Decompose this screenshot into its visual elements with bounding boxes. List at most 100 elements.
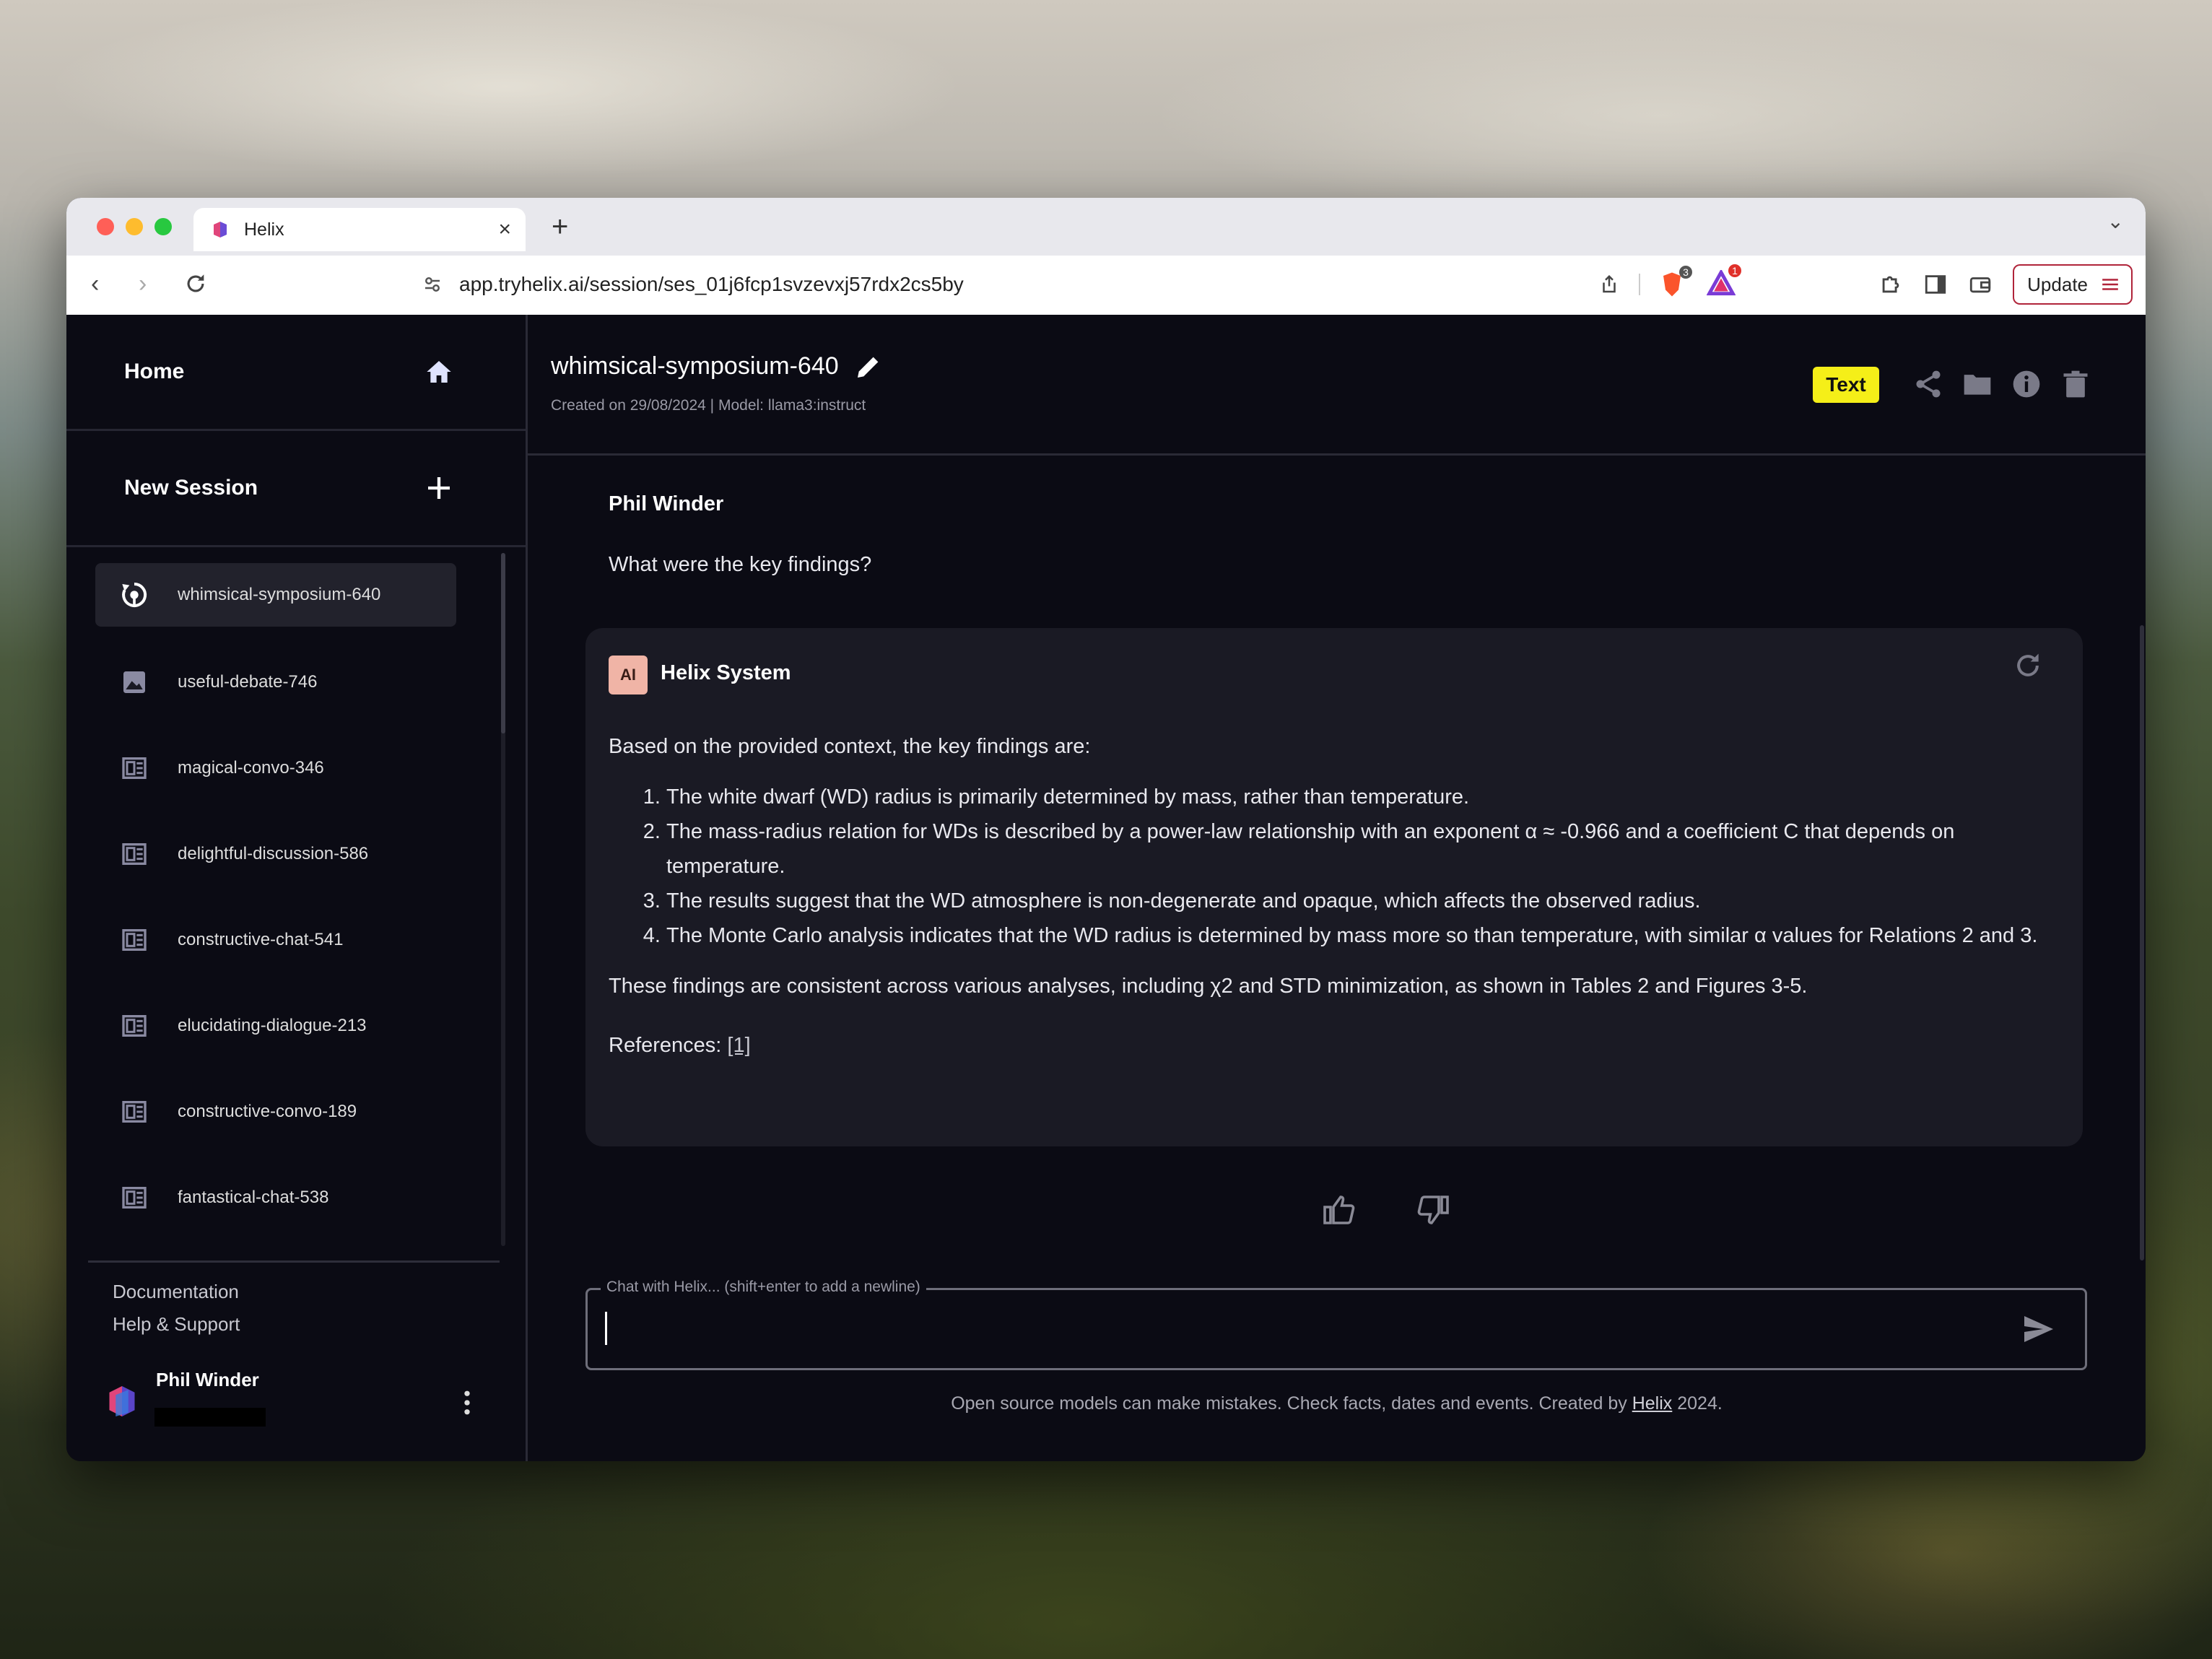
user-name: Phil Winder bbox=[156, 1369, 259, 1390]
session-item[interactable]: magical-convo-346 bbox=[95, 736, 456, 800]
edit-pencil-icon[interactable] bbox=[854, 352, 883, 381]
list-item: The mass-radius relation for WDs is desc… bbox=[666, 814, 2060, 884]
sidebar-divider bbox=[88, 1260, 500, 1263]
text-caret bbox=[605, 1312, 607, 1345]
footer-prefix: Open source models can make mistakes. Ch… bbox=[951, 1393, 1632, 1414]
new-session-label: New Session bbox=[124, 476, 258, 500]
text-session-icon bbox=[122, 582, 147, 607]
tab-bar: Helix × + ⌄ bbox=[66, 198, 2146, 256]
tab-list-chevron-icon[interactable]: ⌄ bbox=[2107, 209, 2124, 233]
send-icon[interactable] bbox=[2021, 1312, 2056, 1346]
document-icon bbox=[122, 1101, 147, 1123]
document-icon bbox=[122, 1187, 147, 1209]
list-item: The white dwarf (WD) radius is primarily… bbox=[666, 780, 2060, 814]
close-window-button[interactable] bbox=[97, 218, 114, 235]
forward-icon[interactable]: › bbox=[139, 270, 147, 298]
delete-icon[interactable] bbox=[2060, 368, 2091, 400]
session-item[interactable]: elucidating-dialogue-213 bbox=[95, 994, 456, 1058]
chat-input[interactable]: Chat with Helix... (shift+enter to add a… bbox=[585, 1279, 2087, 1370]
session-label: elucidating-dialogue-213 bbox=[178, 1016, 367, 1035]
sidebar-new-session[interactable]: New Session bbox=[66, 431, 526, 547]
user-menu-icon[interactable] bbox=[463, 1390, 471, 1415]
home-label: Home bbox=[124, 360, 185, 383]
document-icon bbox=[122, 1015, 147, 1037]
brave-shields-button[interactable]: 3 bbox=[1659, 266, 1692, 299]
ai-response-card: AI Helix System Based on the provided co… bbox=[585, 628, 2083, 1146]
user-message-text: What were the key findings? bbox=[609, 553, 872, 576]
session-item[interactable]: fantastical-chat-538 bbox=[95, 1166, 456, 1229]
urlbar-separator bbox=[1639, 274, 1640, 295]
hamburger-menu-icon bbox=[2102, 279, 2118, 290]
session-title: whimsical-symposium-640 bbox=[551, 352, 839, 380]
ai-avatar: AI bbox=[609, 656, 648, 694]
help-support-link[interactable]: Help & Support bbox=[113, 1313, 240, 1336]
helix-favicon-icon bbox=[214, 222, 227, 238]
helix-footer-link[interactable]: Helix bbox=[1632, 1393, 1673, 1414]
sidebar: Home New Session whimsical-symposium-640… bbox=[66, 315, 528, 1461]
session-label: delightful-discussion-586 bbox=[178, 844, 369, 863]
back-icon[interactable]: ‹ bbox=[91, 270, 99, 298]
tab-helix[interactable]: Helix × bbox=[193, 208, 526, 251]
image-icon bbox=[123, 671, 145, 693]
update-button[interactable]: Update bbox=[2013, 264, 2133, 305]
maximize-window-button[interactable] bbox=[154, 218, 172, 235]
main-scrollbar[interactable] bbox=[2140, 625, 2144, 1260]
session-item[interactable]: whimsical-symposium-640 bbox=[95, 563, 456, 627]
list-item: The results suggest that the WD atmosphe… bbox=[666, 884, 2060, 918]
regenerate-icon[interactable] bbox=[2012, 650, 2044, 682]
main-panel: whimsical-symposium-640 Created on 29/08… bbox=[528, 315, 2146, 1461]
chat-input-label: Chat with Helix... (shift+enter to add a… bbox=[601, 1279, 926, 1296]
list-item: The Monte Carlo analysis indicates that … bbox=[666, 918, 2060, 953]
reload-icon[interactable] bbox=[183, 271, 208, 296]
footer-suffix: 2024. bbox=[1672, 1393, 1723, 1414]
documentation-link[interactable]: Documentation bbox=[113, 1281, 239, 1303]
sidebar-toggle-icon[interactable] bbox=[1923, 272, 1948, 297]
minimize-window-button[interactable] bbox=[126, 218, 143, 235]
ai-intro: Based on the provided context, the key f… bbox=[609, 735, 1091, 758]
share-icon[interactable] bbox=[1912, 368, 1944, 400]
mode-badge[interactable]: Text bbox=[1813, 367, 1879, 403]
document-icon bbox=[122, 757, 147, 779]
tab-title: Helix bbox=[244, 219, 284, 240]
session-item[interactable]: useful-debate-746 bbox=[95, 650, 456, 714]
user-email-redacted bbox=[154, 1408, 266, 1427]
wallet-icon[interactable] bbox=[1968, 272, 1993, 297]
folder-icon[interactable] bbox=[1961, 368, 1993, 400]
info-icon[interactable] bbox=[2011, 368, 2042, 400]
user-message-author: Phil Winder bbox=[609, 492, 724, 515]
ai-author: Helix System bbox=[661, 661, 791, 684]
update-label: Update bbox=[2027, 273, 2088, 295]
session-item[interactable]: constructive-convo-189 bbox=[95, 1080, 456, 1144]
site-settings-icon[interactable] bbox=[422, 274, 443, 295]
document-icon bbox=[122, 929, 147, 951]
session-label: constructive-convo-189 bbox=[178, 1102, 357, 1121]
address-bar[interactable]: app.tryhelix.ai/session/ses_01j6fcp1svze… bbox=[412, 263, 1747, 306]
sidebar-home[interactable]: Home bbox=[66, 315, 526, 431]
session-label: magical-convo-346 bbox=[178, 758, 324, 778]
session-item[interactable]: constructive-chat-541 bbox=[95, 908, 456, 972]
session-label: whimsical-symposium-640 bbox=[178, 585, 381, 604]
plus-icon bbox=[428, 477, 450, 499]
references-label: References: bbox=[609, 1034, 728, 1057]
ai-references: References: [1] bbox=[609, 1028, 2060, 1063]
brave-shields-badge: 3 bbox=[1679, 266, 1692, 279]
document-icon bbox=[122, 843, 147, 865]
browser-toolbar: ‹ › app.tryhelix.ai/session/ses_01j6fcp1… bbox=[66, 256, 2146, 315]
home-icon bbox=[427, 361, 451, 383]
session-label: constructive-chat-541 bbox=[178, 930, 344, 949]
new-tab-button[interactable]: + bbox=[552, 211, 568, 243]
share-page-icon[interactable] bbox=[1598, 274, 1620, 295]
brave-rewards-button[interactable]: 1 bbox=[1706, 264, 1741, 299]
browser-window: Helix × + ⌄ ‹ › app.tryhelix.ai/session/… bbox=[66, 198, 2146, 1461]
tab-close-icon[interactable]: × bbox=[498, 217, 511, 242]
session-label: fantastical-chat-538 bbox=[178, 1188, 329, 1207]
thumbs-down-icon[interactable] bbox=[1416, 1193, 1450, 1227]
rewards-badge: 1 bbox=[1728, 264, 1741, 277]
ai-message-body: Based on the provided context, the key f… bbox=[609, 729, 2060, 1063]
session-item[interactable]: delightful-discussion-586 bbox=[95, 822, 456, 886]
thumbs-up-icon[interactable] bbox=[1322, 1193, 1357, 1227]
reference-link[interactable]: [1] bbox=[727, 1034, 750, 1057]
session-list: whimsical-symposium-640 useful-debate-74… bbox=[66, 547, 526, 1269]
extensions-icon[interactable] bbox=[1878, 272, 1903, 297]
session-header: whimsical-symposium-640 Created on 29/08… bbox=[528, 315, 2146, 456]
